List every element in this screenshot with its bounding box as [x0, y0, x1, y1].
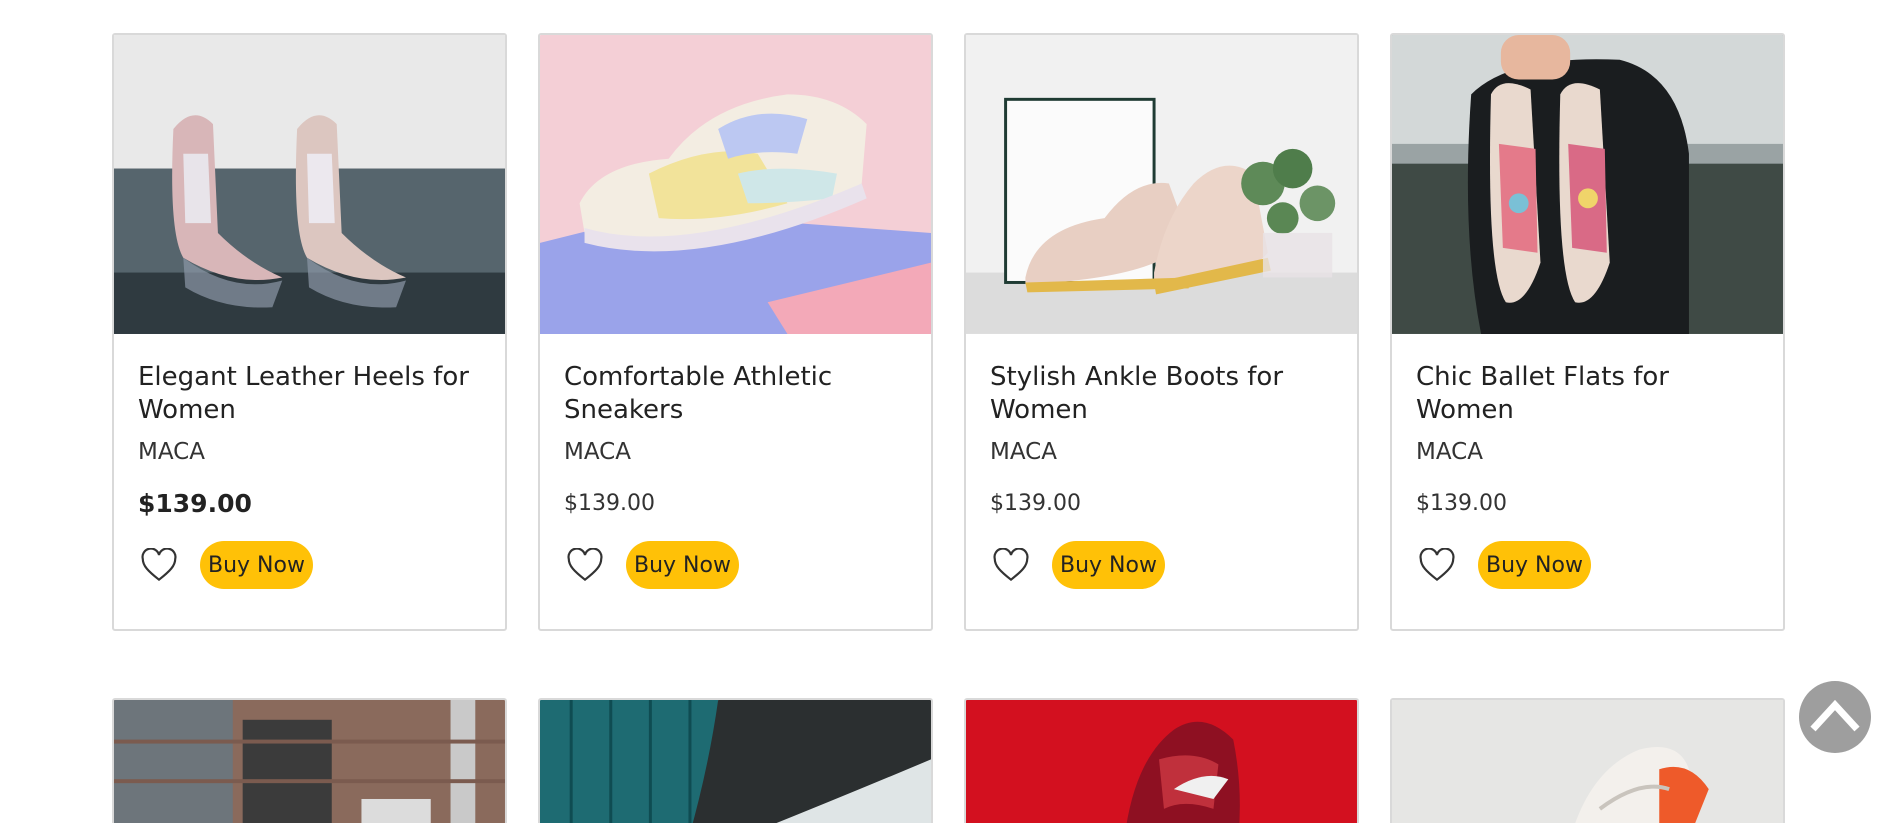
product-card: Comfortable Athletic Sneakers MACA $139.…: [538, 33, 933, 631]
product-image-red-nike-shoe[interactable]: [966, 700, 1357, 823]
product-image-heels[interactable]: [114, 35, 505, 337]
heart-outline-icon[interactable]: [1416, 546, 1458, 584]
product-card: Stylish Ankle Boots for Women MACA $139.…: [964, 33, 1359, 631]
card-actions: Buy Now: [564, 541, 907, 589]
chevron-up-icon: [1809, 697, 1861, 737]
product-brand: MACA: [138, 439, 205, 465]
product-image-teal-building[interactable]: [540, 700, 931, 823]
product-image-sneakers[interactable]: [540, 35, 931, 337]
product-image-ballet-flats[interactable]: [1392, 35, 1783, 337]
product-price: $139.00: [138, 489, 252, 518]
product-title[interactable]: Elegant Leather Heels for Women: [138, 361, 481, 427]
buy-now-button[interactable]: Buy Now: [626, 541, 739, 589]
product-title[interactable]: Comfortable Athletic Sneakers: [564, 361, 907, 427]
product-brand: MACA: [1416, 439, 1483, 465]
product-image-white-orange-sneaker[interactable]: [1392, 700, 1783, 823]
card-actions: Buy Now: [1416, 541, 1759, 589]
product-image-brick-building[interactable]: [114, 700, 505, 823]
product-price: $139.00: [564, 491, 655, 516]
product-title[interactable]: Stylish Ankle Boots for Women: [990, 361, 1333, 427]
product-card: [964, 698, 1359, 823]
product-price: $139.00: [990, 491, 1081, 516]
heart-outline-icon[interactable]: [990, 546, 1032, 584]
product-listing-page: Elegant Leather Heels for Women MACA $13…: [0, 0, 1890, 823]
heart-outline-icon[interactable]: [138, 546, 180, 584]
product-grid: Elegant Leather Heels for Women MACA $13…: [112, 33, 1786, 823]
product-card: Chic Ballet Flats for Women MACA $139.00…: [1390, 33, 1785, 631]
product-card: [112, 698, 507, 823]
product-price: $139.00: [1416, 491, 1507, 516]
product-card: [1390, 698, 1785, 823]
heart-outline-icon[interactable]: [564, 546, 606, 584]
product-brand: MACA: [990, 439, 1057, 465]
product-title[interactable]: Chic Ballet Flats for Women: [1416, 361, 1759, 427]
buy-now-button[interactable]: Buy Now: [200, 541, 313, 589]
scroll-to-top-button[interactable]: [1799, 681, 1871, 753]
buy-now-button[interactable]: Buy Now: [1052, 541, 1165, 589]
buy-now-button[interactable]: Buy Now: [1478, 541, 1591, 589]
card-actions: Buy Now: [138, 541, 481, 589]
product-card: Elegant Leather Heels for Women MACA $13…: [112, 33, 507, 631]
product-image-ankle-boots[interactable]: [966, 35, 1357, 337]
card-actions: Buy Now: [990, 541, 1333, 589]
product-card: [538, 698, 933, 823]
product-brand: MACA: [564, 439, 631, 465]
